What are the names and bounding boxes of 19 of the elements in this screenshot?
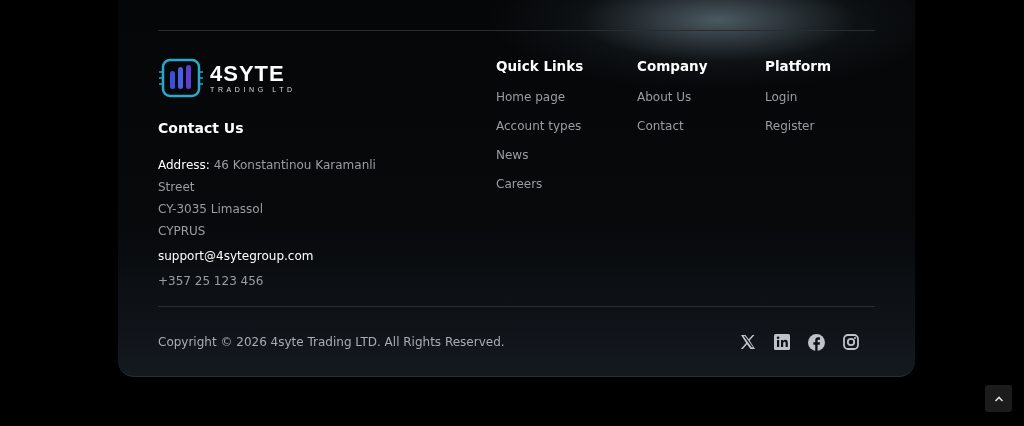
footer-link[interactable]: About Us [637, 89, 692, 105]
address-line: CY-3035 Limassol [158, 201, 264, 218]
footer-link[interactable]: Register [765, 118, 815, 134]
phone-number: +357 25 123 456 [158, 273, 265, 290]
email-link[interactable]: support@4sytegroup.com [158, 246, 496, 266]
footer-link[interactable]: News [496, 147, 529, 163]
footer-link[interactable]: Home page [496, 89, 566, 105]
column-heading: Quick Links [496, 57, 584, 76]
address-text: Address: 46 Konstantinou Karamanli Street [158, 157, 377, 196]
footer-link[interactable]: Contact [637, 118, 684, 134]
column-heading: Company [637, 57, 708, 76]
contact-heading: Contact Us [158, 120, 245, 136]
logo-wordmark: 4SYTE [210, 62, 286, 85]
footer-link[interactable]: Account types [496, 118, 582, 134]
column-heading: Platform [765, 57, 831, 76]
footer-link[interactable]: Login [765, 89, 798, 105]
copyright-text: Copyright © 2026 4syte Trading LTD. All Rights Reserved. [158, 335, 505, 349]
footer-link[interactable]: Careers [496, 176, 543, 192]
address-line: CYPRUS [158, 223, 207, 240]
